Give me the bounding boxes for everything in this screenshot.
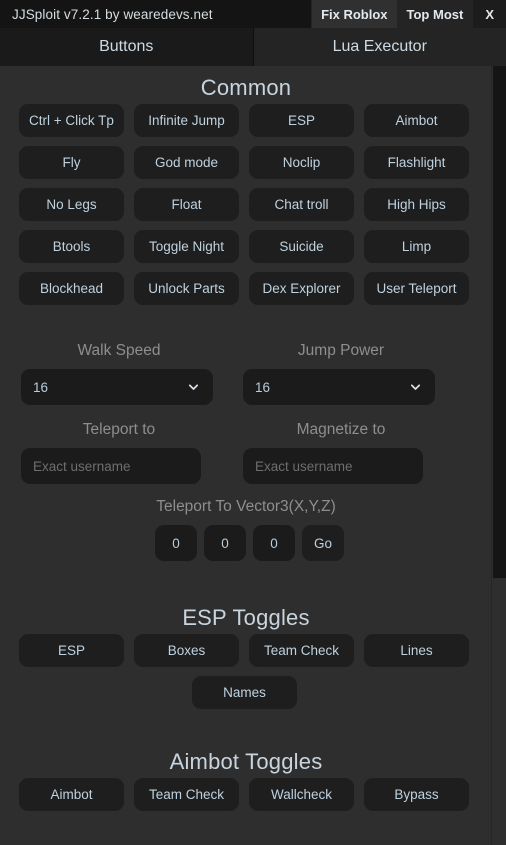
aimbot-button-wallcheck[interactable]: Wallcheck xyxy=(249,778,354,811)
common-button-chat-troll[interactable]: Chat troll xyxy=(249,188,354,221)
common-button-aimbot[interactable]: Aimbot xyxy=(364,104,469,137)
common-button-high-hips[interactable]: High Hips xyxy=(364,188,469,221)
common-button-unlock-parts[interactable]: Unlock Parts xyxy=(134,272,239,305)
common-button-toggle-night[interactable]: Toggle Night xyxy=(134,230,239,263)
esp-button-esp[interactable]: ESP xyxy=(19,634,124,667)
jjsploit-window: JJSploit v7.2.1 by wearedevs.net Fix Rob… xyxy=(0,0,506,845)
common-button-noclip[interactable]: Noclip xyxy=(249,146,354,179)
fix-roblox-button[interactable]: Fix Roblox xyxy=(311,0,397,28)
common-button-no-legs[interactable]: No Legs xyxy=(19,188,124,221)
tab-bar: Buttons Lua Executor xyxy=(0,28,506,66)
common-button-god-mode[interactable]: God mode xyxy=(134,146,239,179)
magnetize-to-label: Magnetize to xyxy=(296,421,386,438)
common-button-btools[interactable]: Btools xyxy=(19,230,124,263)
common-button-flashlight[interactable]: Flashlight xyxy=(364,146,469,179)
jump-power-value: 16 xyxy=(255,379,271,395)
magnetize-to-input[interactable] xyxy=(243,448,423,484)
aimbot-toggles-heading: Aimbot Toggles xyxy=(169,749,323,774)
common-button-limp[interactable]: Limp xyxy=(364,230,469,263)
common-button-suicide[interactable]: Suicide xyxy=(249,230,354,263)
common-button-blockhead[interactable]: Blockhead xyxy=(19,272,124,305)
top-most-button[interactable]: Top Most xyxy=(396,0,473,28)
vector3-go-button[interactable]: Go xyxy=(302,525,344,561)
esp-toggles-heading: ESP Toggles xyxy=(182,605,310,630)
common-button-esp[interactable]: ESP xyxy=(249,104,354,137)
jump-power-label: Jump Power xyxy=(297,342,385,359)
vector3-y-input[interactable] xyxy=(204,525,246,561)
vector3-heading: Teleport To Vector3(X,Y,Z) xyxy=(156,498,336,515)
esp-button-lines[interactable]: Lines xyxy=(364,634,469,667)
jump-power-select[interactable]: 16 xyxy=(243,369,435,405)
esp-button-grid: ESP Boxes Team Check Lines xyxy=(19,634,471,667)
teleport-to-input[interactable] xyxy=(21,448,201,484)
window-title: JJSploit v7.2.1 by wearedevs.net xyxy=(12,6,213,22)
chevron-down-icon xyxy=(410,382,421,393)
vector3-z-input[interactable] xyxy=(253,525,295,561)
common-button-ctrl-click-tp[interactable]: Ctrl + Click Tp xyxy=(19,104,124,137)
aimbot-button-team-check[interactable]: Team Check xyxy=(134,778,239,811)
walk-speed-value: 16 xyxy=(33,379,49,395)
chevron-down-icon xyxy=(188,382,199,393)
common-button-infinite-jump[interactable]: Infinite Jump xyxy=(134,104,239,137)
common-heading: Common xyxy=(200,75,292,100)
title-bar: JJSploit v7.2.1 by wearedevs.net Fix Rob… xyxy=(0,0,506,28)
walk-speed-label: Walk Speed xyxy=(77,342,161,359)
esp-names-button[interactable]: Names xyxy=(192,676,297,709)
common-button-dex-explorer[interactable]: Dex Explorer xyxy=(249,272,354,305)
common-button-float[interactable]: Float xyxy=(134,188,239,221)
aimbot-button-bypass[interactable]: Bypass xyxy=(364,778,469,811)
vertical-scrollbar[interactable] xyxy=(491,66,506,845)
vector3-x-input[interactable] xyxy=(155,525,197,561)
close-button[interactable]: X xyxy=(472,0,506,28)
scrollbar-thumb[interactable] xyxy=(493,66,506,578)
walk-speed-select[interactable]: 16 xyxy=(21,369,213,405)
tab-buttons[interactable]: Buttons xyxy=(0,28,253,66)
scroll-content: Common Ctrl + Click Tp Infinite Jump ESP Ai… xyxy=(0,66,492,845)
teleport-to-label: Teleport to xyxy=(82,421,156,438)
esp-button-boxes[interactable]: Boxes xyxy=(134,634,239,667)
common-button-grid: Ctrl + Click Tp Infinite Jump ESP Aimbot Fly… xyxy=(19,104,471,305)
common-button-fly[interactable]: Fly xyxy=(19,146,124,179)
aimbot-button-grid: Aimbot Team Check Wallcheck Bypass xyxy=(19,778,471,811)
esp-button-team-check[interactable]: Team Check xyxy=(249,634,354,667)
aimbot-button-aimbot[interactable]: Aimbot xyxy=(19,778,124,811)
common-button-user-teleport[interactable]: User Teleport xyxy=(364,272,469,305)
tab-lua-executor[interactable]: Lua Executor xyxy=(252,28,506,66)
